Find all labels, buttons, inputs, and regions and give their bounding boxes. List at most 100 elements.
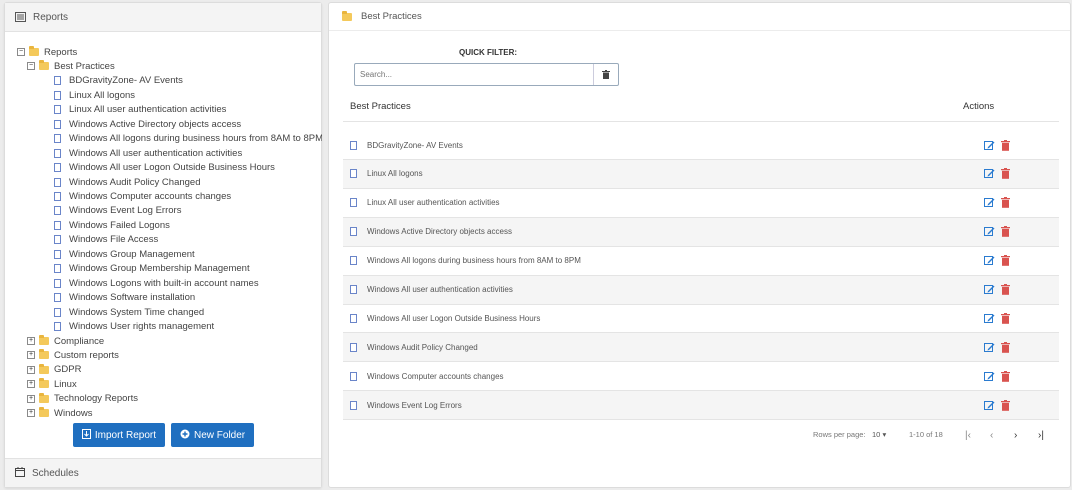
tree-report[interactable]: BDGravityZone- AV Events bbox=[54, 74, 183, 88]
tree-folder[interactable]: − Reports bbox=[17, 45, 77, 59]
next-page-icon[interactable]: › bbox=[1014, 430, 1017, 441]
tree-label: Linux bbox=[54, 378, 77, 390]
tree-report[interactable]: Windows User rights management bbox=[54, 320, 214, 334]
calendar-icon bbox=[15, 466, 25, 480]
table-row[interactable]: Windows All user authentication activiti… bbox=[343, 275, 1059, 305]
table-row[interactable]: Linux All user authentication activities bbox=[343, 189, 1059, 218]
tree-folder[interactable]: + Windows bbox=[27, 406, 93, 420]
collapse-icon[interactable]: − bbox=[27, 62, 35, 71]
table-row[interactable]: Windows Audit Policy Changed bbox=[343, 333, 1059, 363]
tree-folder[interactable]: + Custom reports bbox=[27, 348, 119, 362]
report-icon bbox=[54, 105, 61, 115]
expand-icon[interactable]: + bbox=[27, 380, 35, 389]
tree-report[interactable]: Windows Group Membership Management bbox=[54, 262, 250, 276]
quick-filter bbox=[354, 63, 619, 86]
tree-label: Custom reports bbox=[54, 349, 119, 361]
prev-page-icon[interactable]: ‹ bbox=[990, 430, 993, 441]
tree-report[interactable]: Windows Group Management bbox=[54, 247, 195, 261]
delete-icon[interactable] bbox=[1001, 255, 1010, 266]
search-input[interactable] bbox=[355, 64, 593, 85]
new-folder-button[interactable]: New Folder bbox=[171, 423, 255, 447]
tree-report[interactable]: Windows Active Directory objects access bbox=[54, 117, 241, 131]
table-row[interactable]: BDGravityZone- AV Events bbox=[343, 131, 1059, 160]
folder-icon bbox=[29, 46, 39, 56]
report-name: Linux All user authentication activities bbox=[367, 198, 500, 208]
tree-report[interactable]: Windows System Time changed bbox=[54, 305, 204, 319]
folder-icon bbox=[39, 407, 49, 418]
tree-report[interactable]: Windows Software installation bbox=[54, 291, 195, 305]
delete-icon[interactable] bbox=[1001, 312, 1010, 324]
clear-filter-button[interactable] bbox=[593, 64, 618, 85]
tree-actions: Import Report New Folder bbox=[5, 423, 322, 447]
first-page-icon[interactable]: |‹ bbox=[965, 430, 971, 441]
delete-icon[interactable] bbox=[1001, 399, 1010, 411]
tree-report[interactable]: Windows All logons during business hours… bbox=[54, 132, 322, 146]
delete-icon[interactable] bbox=[1001, 341, 1010, 353]
edit-icon[interactable] bbox=[984, 168, 995, 179]
expand-icon[interactable]: + bbox=[27, 337, 35, 345]
edit-icon[interactable] bbox=[984, 313, 995, 324]
tree-folder[interactable]: + GDPR bbox=[27, 363, 81, 377]
expand-icon[interactable]: + bbox=[27, 394, 35, 403]
tree-report[interactable]: Windows Computer accounts changes bbox=[54, 190, 231, 204]
table-row[interactable]: Windows Computer accounts changes bbox=[343, 362, 1059, 392]
edit-icon[interactable] bbox=[984, 371, 995, 382]
tree-label: Windows File Access bbox=[69, 234, 159, 246]
folder-icon bbox=[342, 10, 352, 21]
tree-report[interactable]: Linux All user authentication activities bbox=[54, 103, 226, 117]
tree-label: BDGravityZone- AV Events bbox=[69, 75, 183, 87]
edit-icon[interactable] bbox=[984, 400, 995, 411]
tree-report[interactable]: Windows All user authentication activiti… bbox=[54, 146, 242, 160]
edit-icon[interactable] bbox=[984, 342, 995, 353]
tree-label: Windows All logons during business hours… bbox=[69, 133, 322, 145]
rows-per-page-select[interactable]: 10 ▾ bbox=[872, 430, 886, 439]
table-row[interactable]: Windows Active Directory objects access bbox=[343, 217, 1059, 247]
report-name: Windows All logons during business hours… bbox=[367, 256, 581, 266]
edit-icon[interactable] bbox=[984, 226, 995, 237]
report-icon bbox=[350, 285, 357, 294]
best-practices-header: Best Practices bbox=[329, 3, 1070, 31]
expand-icon[interactable]: + bbox=[27, 351, 35, 360]
tree-label: Linux All user authentication activities bbox=[69, 104, 227, 116]
tree-label: Windows Group Membership Management bbox=[69, 263, 250, 275]
tree-folder[interactable]: + Technology Reports bbox=[27, 392, 138, 406]
table-row[interactable]: Linux All logons bbox=[343, 159, 1059, 189]
column-header-name[interactable]: Best Practices bbox=[350, 101, 411, 112]
row-actions bbox=[984, 399, 1024, 411]
edit-icon[interactable] bbox=[984, 140, 995, 151]
tree-report[interactable]: Windows All user Logon Outside Business … bbox=[54, 161, 275, 175]
schedules-section[interactable]: Schedules bbox=[5, 458, 321, 487]
report-icon bbox=[54, 76, 61, 86]
tree-report[interactable]: Linux All logons bbox=[54, 88, 135, 102]
collapse-icon[interactable]: − bbox=[17, 48, 25, 56]
delete-icon[interactable] bbox=[1001, 284, 1010, 295]
delete-icon[interactable] bbox=[1001, 139, 1010, 151]
expand-icon[interactable]: + bbox=[27, 409, 35, 418]
row-actions bbox=[984, 168, 1024, 180]
rows-per-page-label: Rows per page: bbox=[813, 430, 866, 439]
edit-icon[interactable] bbox=[984, 255, 995, 266]
tree-folder[interactable]: − Best Practices bbox=[27, 59, 115, 73]
tree-report[interactable]: Windows Audit Policy Changed bbox=[54, 175, 201, 189]
delete-icon[interactable] bbox=[1001, 370, 1010, 382]
edit-icon[interactable] bbox=[984, 197, 995, 208]
table-row[interactable]: Windows All logons during business hours… bbox=[343, 247, 1059, 276]
last-page-icon[interactable]: ›| bbox=[1038, 430, 1044, 441]
delete-icon[interactable] bbox=[1001, 226, 1010, 237]
tree-folder[interactable]: + Compliance bbox=[27, 334, 104, 348]
table-row[interactable]: Windows All user Logon Outside Business … bbox=[343, 304, 1059, 334]
table-row[interactable]: Windows Event Log Errors bbox=[343, 391, 1059, 421]
tree-report[interactable]: Windows File Access bbox=[54, 233, 158, 247]
import-report-button[interactable]: Import Report bbox=[72, 423, 165, 447]
tree-report[interactable]: Windows Event Log Errors bbox=[54, 204, 181, 218]
caret-down-icon: ▾ bbox=[882, 430, 887, 439]
expand-icon[interactable]: + bbox=[27, 365, 35, 374]
tree-label: Windows Computer accounts changes bbox=[69, 191, 232, 202]
tree-folder[interactable]: + Linux bbox=[27, 377, 77, 391]
tree-report[interactable]: Windows Logons with built-in account nam… bbox=[54, 276, 259, 290]
delete-icon[interactable] bbox=[1001, 168, 1010, 180]
edit-icon[interactable] bbox=[984, 284, 995, 295]
tree-report[interactable]: Windows Failed Logons bbox=[54, 218, 170, 232]
delete-icon[interactable] bbox=[1001, 197, 1010, 209]
report-icon bbox=[54, 293, 61, 303]
